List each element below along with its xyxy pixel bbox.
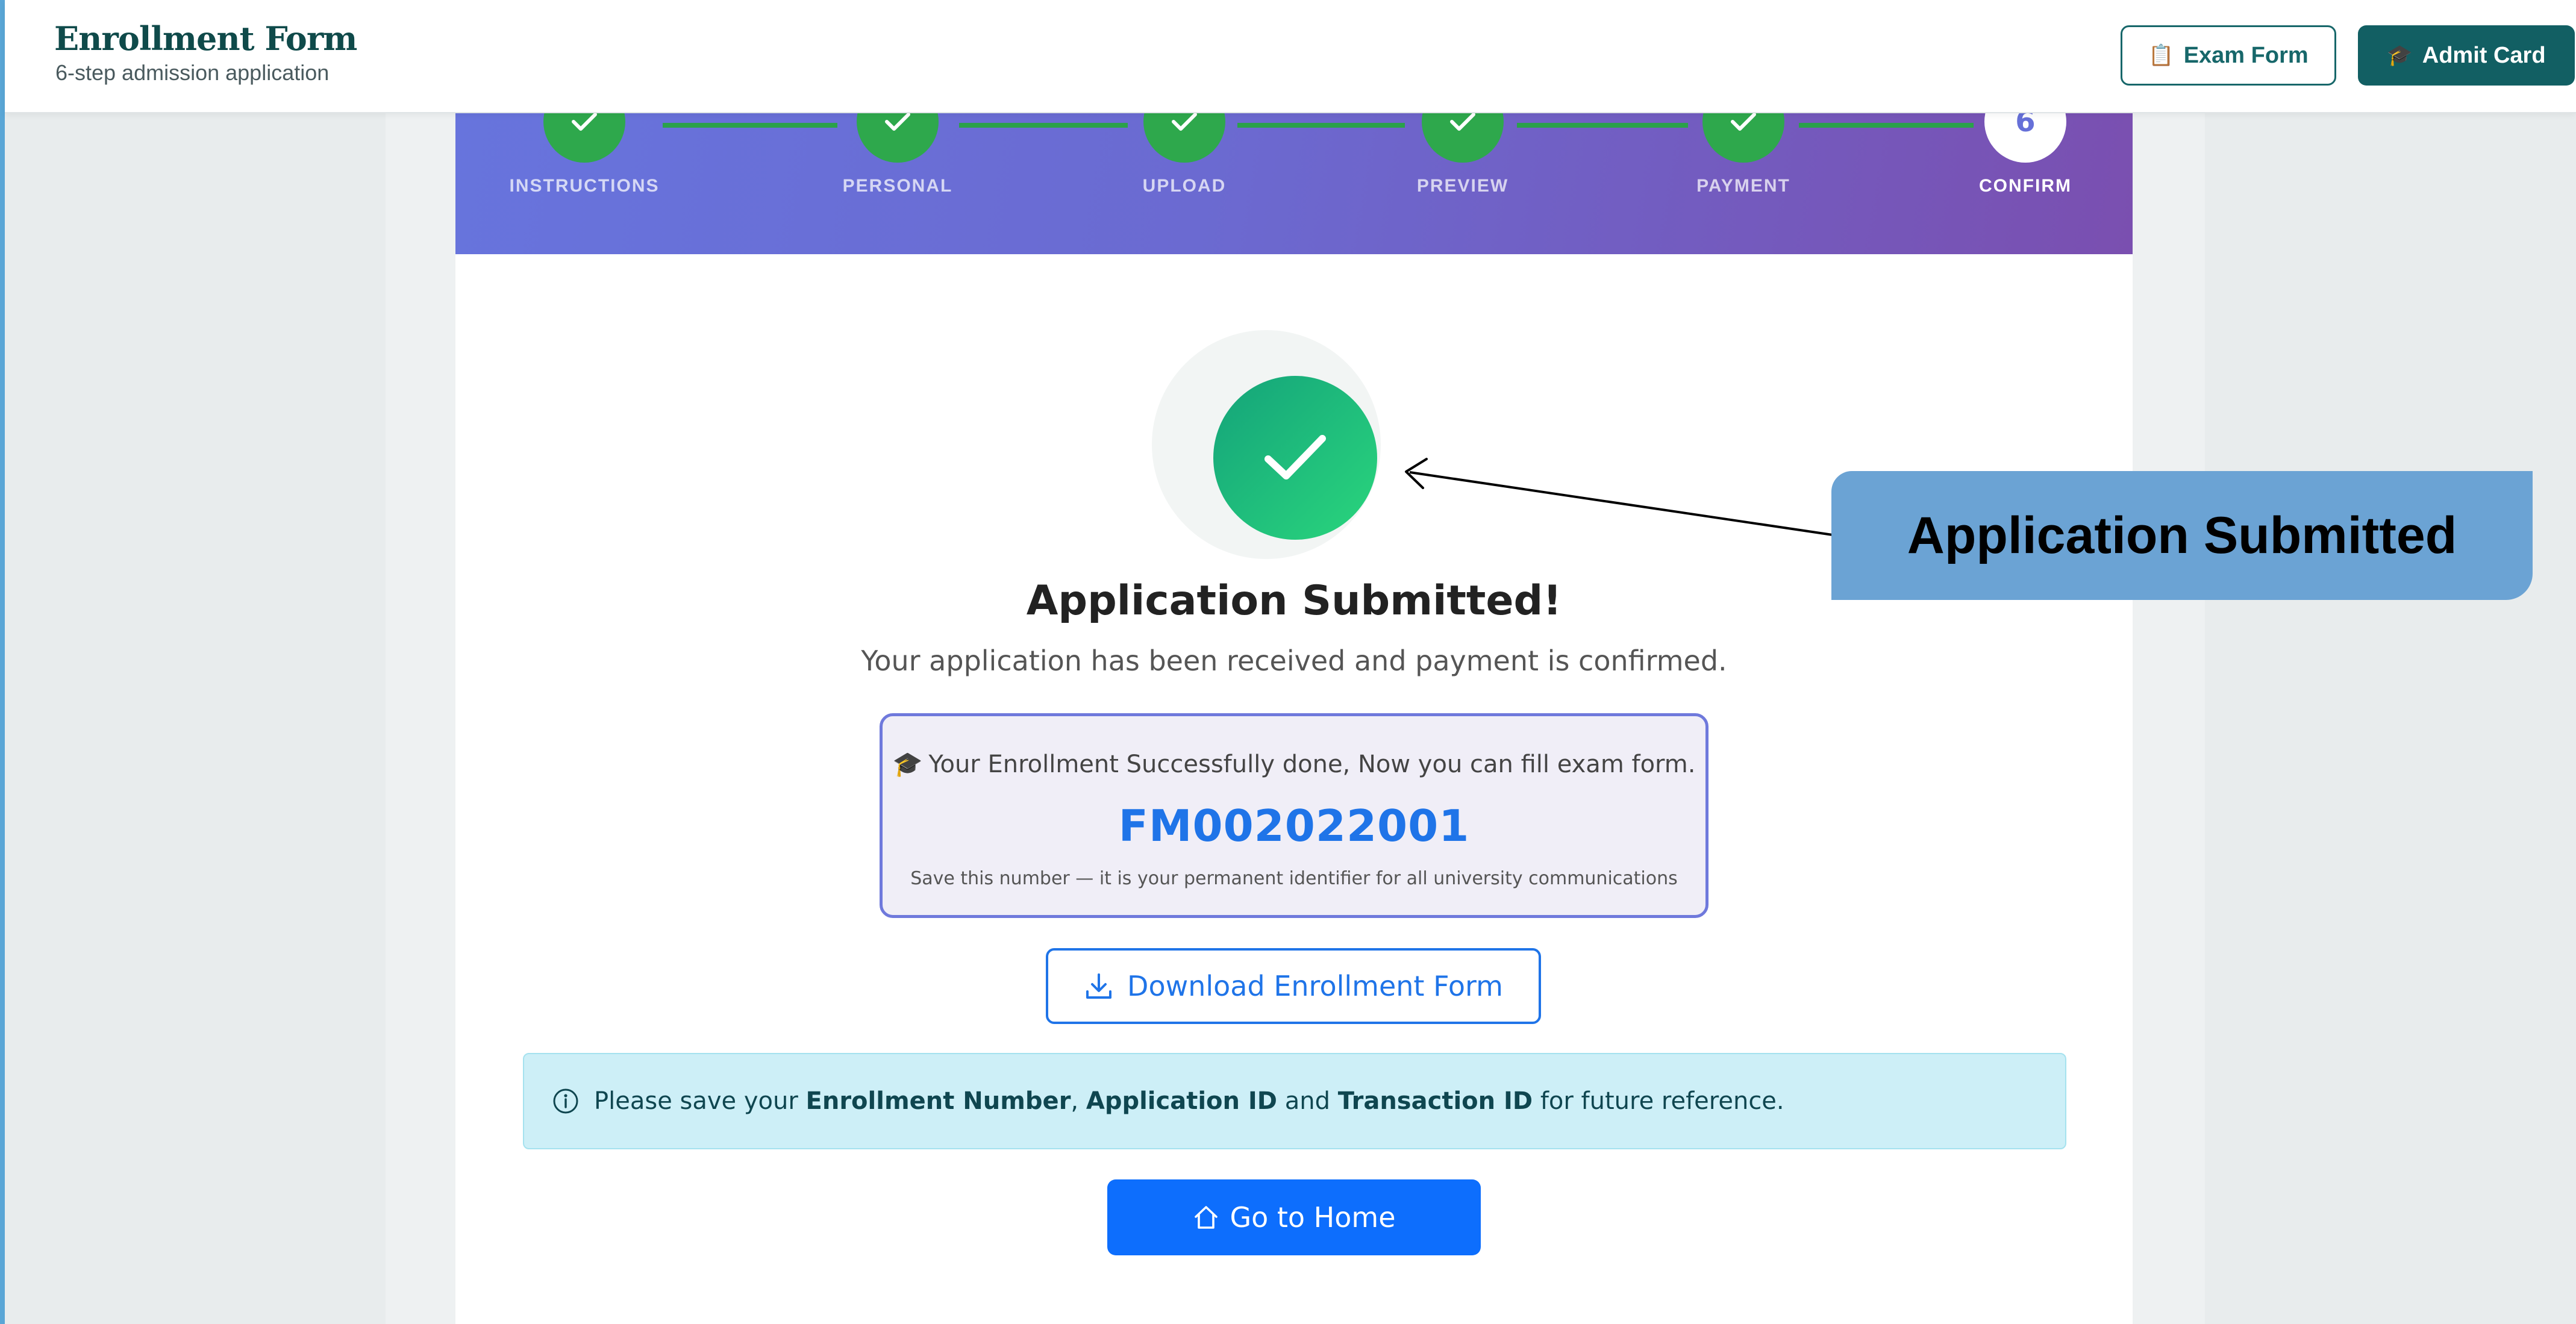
step-label-personal: PERSONAL <box>842 176 953 196</box>
top-header: Enrollment Form 6-step admission applica… <box>5 0 2576 113</box>
step-connector <box>959 123 1128 128</box>
enrollment-note: Save this number — it is your permanent … <box>910 868 1678 889</box>
page-gutter-left <box>386 0 455 1324</box>
step-label-instructions: INSTRUCTIONS <box>509 176 660 196</box>
admit-card-button[interactable]: 🎓 Admit Card <box>2358 25 2575 86</box>
annotation-callout: Application Submitted <box>1831 471 2533 600</box>
confirmation-subline: Your application has been received and p… <box>861 645 1727 677</box>
graduation-cap-icon: 🎓 <box>2387 44 2413 67</box>
go-to-home-button[interactable]: Go to Home <box>1107 1179 1481 1255</box>
reference-info-alert: Please save your Enrollment Number, Appl… <box>523 1053 2066 1149</box>
step-connector <box>663 123 837 128</box>
app-title: Enrollment Form <box>54 19 357 58</box>
exam-form-label: Exam Form <box>2183 42 2309 68</box>
info-text: Please save your Enrollment Number, Appl… <box>594 1087 1784 1115</box>
enrollment-message-text: Your Enrollment Successfully done, Now y… <box>928 751 1696 778</box>
graduation-cap-icon: 🎓 <box>892 751 923 778</box>
exam-form-button[interactable]: 📋 Exam Form <box>2121 25 2336 86</box>
step-label-upload: UPLOAD <box>1142 176 1227 196</box>
download-icon <box>1086 973 1112 999</box>
step-label-preview: PREVIEW <box>1416 176 1509 196</box>
step-connector <box>1517 123 1688 128</box>
download-enrollment-form-button[interactable]: Download Enrollment Form <box>1046 948 1541 1024</box>
enrollment-number-panel: 🎓 Your Enrollment Successfully done, Now … <box>880 713 1708 918</box>
app-subtitle: 6-step admission application <box>55 60 330 85</box>
enrollment-message: 🎓 Your Enrollment Successfully done, Now … <box>883 750 1705 778</box>
step-connector <box>1237 123 1405 128</box>
download-label: Download Enrollment Form <box>1127 970 1503 1002</box>
home-label: Go to Home <box>1230 1201 1396 1234</box>
step-connector <box>1799 123 1974 128</box>
enrollment-number: FM002022001 <box>1118 801 1470 851</box>
admit-card-label: Admit Card <box>2422 42 2546 68</box>
step-label-confirm: CONFIRM <box>1979 176 2072 196</box>
step-label-payment: PAYMENT <box>1696 176 1790 196</box>
success-check-icon <box>1213 376 1377 540</box>
main-card: INSTRUCTIONS PERSONAL UPLOAD PREVIEW PAY… <box>455 72 2133 1324</box>
clipboard-icon: 📋 <box>2148 44 2174 67</box>
window-edge <box>0 0 5 1324</box>
home-icon <box>1195 1206 1218 1229</box>
info-icon <box>553 1088 578 1114</box>
page-gutter-right <box>2133 0 2205 1324</box>
